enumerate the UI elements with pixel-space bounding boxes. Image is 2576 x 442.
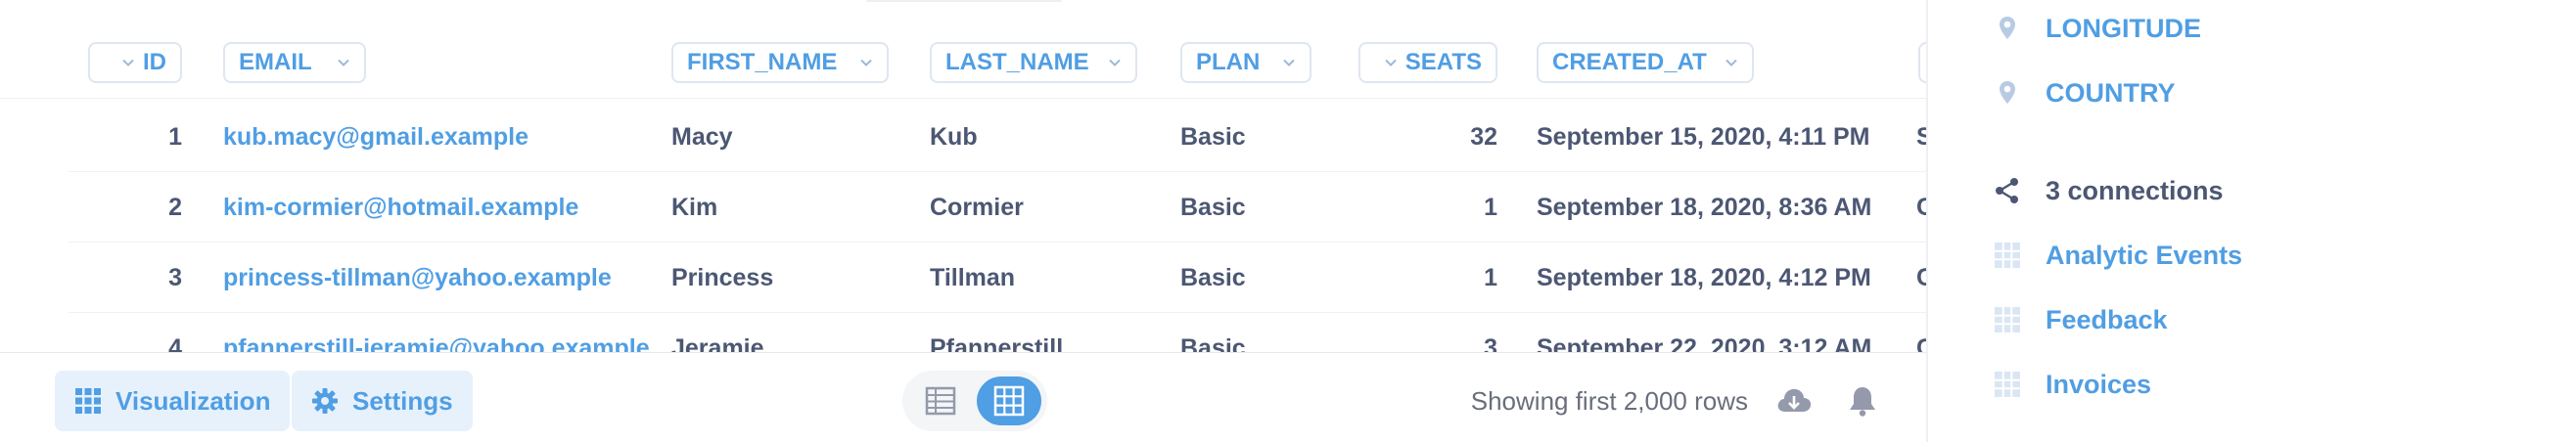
- table-grid-icon: [1995, 372, 2020, 397]
- chevron-down-icon: [1282, 56, 1296, 69]
- cell-last-name[interactable]: Kub: [930, 102, 978, 172]
- cell-plan[interactable]: Basic: [1180, 172, 1246, 243]
- table-grid-icon: [1995, 243, 2020, 268]
- chevron-down-icon: [121, 56, 135, 69]
- field-label: LONGITUDE: [2046, 13, 2201, 43]
- chevron-down-icon: [1108, 56, 1122, 69]
- results-table: ID EMAIL FIRST_NAME LAST_NAME PLAN SEATS: [0, 0, 1934, 442]
- column-header-label: FIRST_NAME: [687, 49, 838, 75]
- cell-first-name[interactable]: Kim: [671, 172, 717, 243]
- cell-created-at[interactable]: September 18, 2020, 8:36 AM: [1537, 172, 1871, 243]
- connection-label: Analytic Events: [2046, 240, 2243, 270]
- connection-item-invoices[interactable]: Invoices: [1993, 360, 2151, 409]
- table-info-sidebar: LONGITUDE COUNTRY 3 connections Analytic…: [1926, 0, 2576, 442]
- view-toggle: [902, 371, 1047, 431]
- column-header-label: EMAIL: [239, 49, 312, 75]
- cell-seats[interactable]: 32: [1419, 102, 1497, 172]
- cell-created-at[interactable]: September 15, 2020, 4:11 PM: [1537, 102, 1869, 172]
- connections-header: 3 connections: [1993, 166, 2224, 215]
- column-header-seats[interactable]: SEATS: [1358, 42, 1497, 83]
- table-row: 3 princess-tillman@yahoo.example Princes…: [69, 243, 1934, 313]
- table-view-toggle[interactable]: [908, 376, 973, 425]
- settings-label: Settings: [352, 385, 453, 416]
- field-label: COUNTRY: [2046, 77, 2176, 108]
- cell-id[interactable]: 1: [69, 102, 182, 172]
- grid-icon: [75, 388, 101, 414]
- cell-last-name[interactable]: Tillman: [930, 243, 1015, 313]
- connection-label: Feedback: [2046, 304, 2168, 334]
- column-header-last-name[interactable]: LAST_NAME: [930, 42, 1137, 83]
- connection-item-feedback[interactable]: Feedback: [1993, 295, 2168, 344]
- cell-seats[interactable]: 1: [1419, 172, 1497, 243]
- field-item-longitude[interactable]: LONGITUDE: [1993, 4, 2201, 53]
- connections-label: 3 connections: [2046, 175, 2224, 205]
- visualization-label: Visualization: [115, 385, 271, 416]
- visualization-button[interactable]: Visualization: [55, 371, 291, 431]
- cell-id[interactable]: 2: [69, 172, 182, 243]
- location-pin-icon: [2000, 81, 2015, 104]
- column-header-created-at[interactable]: CREATED_AT: [1537, 42, 1754, 83]
- cell-email[interactable]: princess-tillman@yahoo.example: [223, 243, 612, 313]
- connection-item-analytic-events[interactable]: Analytic Events: [1993, 231, 2242, 280]
- row-count-label: Showing first 2,000 rows: [1470, 386, 1748, 416]
- table-icon: [925, 386, 956, 416]
- column-header-email[interactable]: EMAIL: [223, 42, 366, 83]
- column-header-label: PLAN: [1196, 49, 1261, 75]
- column-header-label: LAST_NAME: [945, 49, 1089, 75]
- results-footer: Visualization Settings Showing first 2,0…: [0, 352, 1934, 442]
- table-row: 2 kim-cormier@hotmail.example Kim Cormie…: [69, 172, 1934, 243]
- cell-plan[interactable]: Basic: [1180, 243, 1246, 313]
- column-header-label: SEATS: [1404, 49, 1482, 75]
- cell-email[interactable]: kim-cormier@hotmail.example: [223, 172, 578, 243]
- table-header: ID EMAIL FIRST_NAME LAST_NAME PLAN SEATS: [0, 0, 1934, 99]
- download-icon[interactable]: [1775, 384, 1813, 418]
- gear-icon: [312, 388, 338, 414]
- cell-email[interactable]: kub.macy@gmail.example: [223, 102, 529, 172]
- cell-last-name[interactable]: Cormier: [930, 172, 1024, 243]
- connection-label: Invoices: [2046, 369, 2152, 399]
- table-row: 1 kub.macy@gmail.example Macy Kub Basic …: [69, 102, 1934, 172]
- column-header-id[interactable]: ID: [88, 42, 182, 83]
- table-grid-icon: [1995, 307, 2020, 332]
- column-header-first-name[interactable]: FIRST_NAME: [671, 42, 889, 83]
- chevron-down-icon: [337, 56, 350, 69]
- column-header-label: ID: [143, 49, 166, 75]
- chevron-down-icon: [1384, 56, 1398, 69]
- query-results-view: ID EMAIL FIRST_NAME LAST_NAME PLAN SEATS: [0, 0, 2576, 442]
- cell-id[interactable]: 3: [69, 243, 182, 313]
- bell-icon[interactable]: [1844, 384, 1881, 418]
- grid-view-toggle[interactable]: [977, 376, 1041, 425]
- cell-seats[interactable]: 1: [1419, 243, 1497, 313]
- column-header-plan[interactable]: PLAN: [1180, 42, 1311, 83]
- chevron-down-icon: [1725, 56, 1738, 69]
- settings-button[interactable]: Settings: [292, 371, 473, 431]
- cell-created-at[interactable]: September 18, 2020, 4:12 PM: [1537, 243, 1871, 313]
- share-icon: [1996, 178, 2018, 203]
- field-item-country[interactable]: COUNTRY: [1993, 68, 2176, 117]
- column-header-label: CREATED_AT: [1552, 49, 1707, 75]
- cell-first-name[interactable]: Macy: [671, 102, 733, 172]
- cell-first-name[interactable]: Princess: [671, 243, 773, 313]
- grid-icon: [993, 385, 1025, 417]
- cell-plan[interactable]: Basic: [1180, 102, 1246, 172]
- chevron-down-icon: [859, 56, 873, 69]
- location-pin-icon: [2000, 17, 2015, 39]
